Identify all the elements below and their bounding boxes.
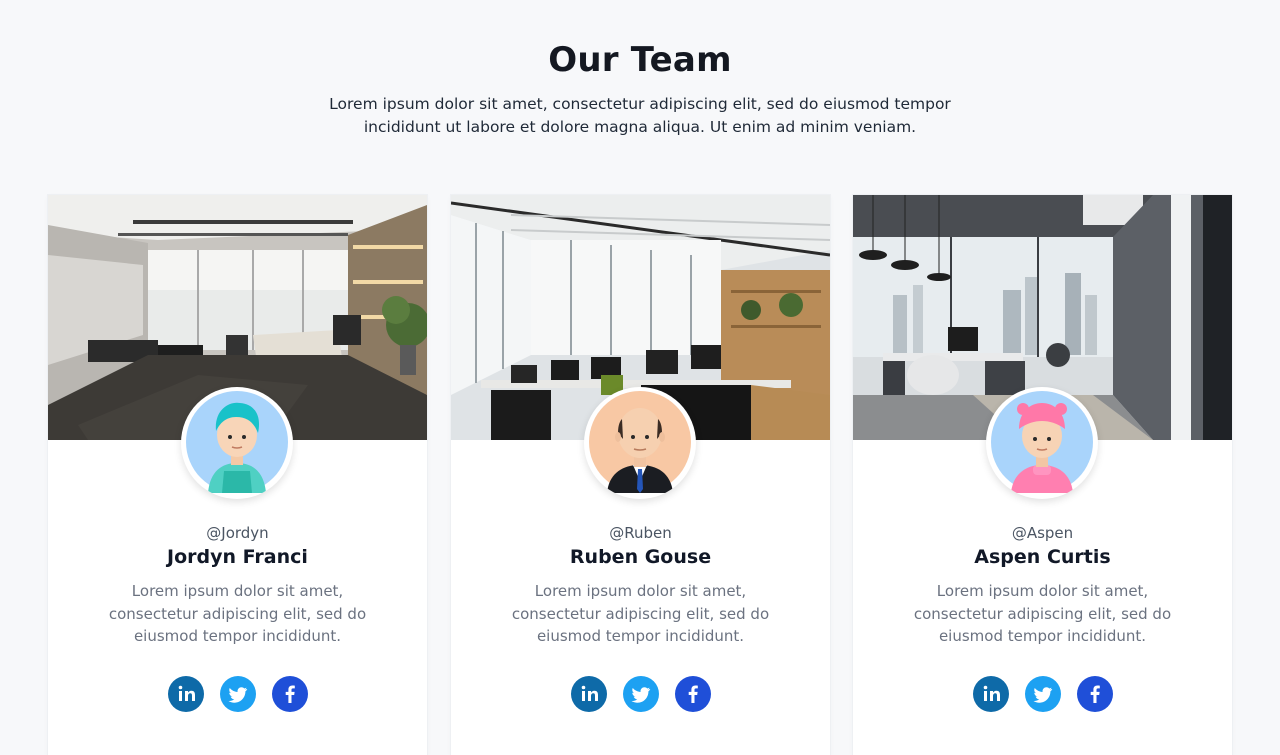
twitter-icon[interactable] (1024, 676, 1061, 712)
facebook-icon[interactable] (271, 676, 308, 712)
page-title: Our Team (548, 40, 732, 80)
member-description: Lorem ipsum dolor sit amet, consectetur … (913, 582, 1172, 645)
linkedin-icon[interactable] (972, 676, 1009, 712)
member-description: Lorem ipsum dolor sit amet, consectetur … (108, 582, 367, 645)
linkedin-icon[interactable] (167, 676, 204, 712)
member-handle: @Jordyn (206, 524, 269, 542)
member-handle: @Aspen (1011, 524, 1074, 542)
member-avatar (181, 387, 293, 499)
facebook-icon[interactable] (674, 676, 711, 712)
member-description: Lorem ipsum dolor sit amet, consectetur … (511, 582, 770, 645)
member-name: Ruben Gouse (569, 546, 712, 568)
member-avatar (986, 387, 1098, 499)
team-member-card: @Aspen Aspen Curtis Lorem ipsum dolor si… (853, 195, 1232, 755)
facebook-icon[interactable] (1076, 676, 1113, 712)
social-links (853, 676, 1232, 712)
linkedin-icon[interactable] (570, 676, 607, 712)
member-name: Jordyn Franci (167, 546, 308, 568)
team-member-card: @Ruben Ruben Gouse Lorem ipsum dolor sit… (451, 195, 830, 755)
social-links (48, 676, 427, 712)
twitter-icon[interactable] (622, 676, 659, 712)
twitter-icon[interactable] (219, 676, 256, 712)
member-avatar (584, 387, 696, 499)
team-member-card: @Jordyn Jordyn Franci Lorem ipsum dolor … (48, 195, 427, 755)
page-subtitle: Lorem ipsum dolor sit amet, consectetur … (329, 95, 951, 136)
member-handle: @Ruben (609, 524, 672, 542)
member-name: Aspen Curtis (974, 546, 1111, 568)
social-links (451, 676, 830, 712)
